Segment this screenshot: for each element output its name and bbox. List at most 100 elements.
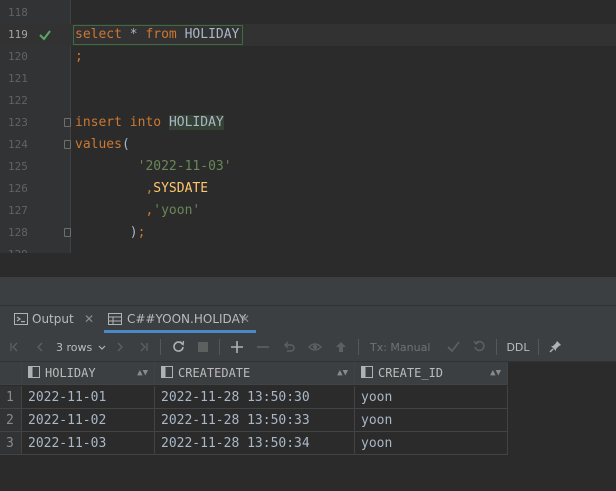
code-line[interactable]: 127 ,'yoon': [0, 200, 616, 222]
code-line[interactable]: 123 insert into HOLIDAY: [0, 112, 616, 134]
cell-create-id[interactable]: yoon: [355, 432, 508, 455]
code-token: SYSDATE: [153, 181, 209, 196]
column-icon: [161, 366, 173, 378]
chevron-down-icon: [98, 345, 106, 350]
ddl-label: DDL: [506, 341, 530, 354]
sort-icon[interactable]: ▲▼: [337, 362, 348, 385]
fold-marker-icon[interactable]: [64, 140, 71, 149]
sql-editor[interactable]: 118 119 select * from HOLIDAY 120; 121 122 123…: [0, 0, 616, 253]
fold-marker-icon[interactable]: [64, 118, 71, 127]
next-page-button[interactable]: [112, 333, 128, 361]
stop-icon: [198, 342, 208, 352]
console-icon: [14, 313, 28, 325]
transaction-mode-dropdown[interactable]: Tx: Manual: [370, 333, 436, 379]
toolbar-divider: [358, 339, 359, 355]
reload-button[interactable]: [169, 333, 187, 361]
tab-output-label: Output: [32, 312, 74, 326]
tab-result-label: C##YOON.HOLIDAY: [127, 312, 247, 326]
code-line[interactable]: 129: [0, 244, 616, 253]
cell-createdate[interactable]: 2022-11-28 13:50:34: [155, 432, 355, 455]
rollback-icon: [472, 340, 485, 352]
code-text: values(: [75, 134, 130, 156]
row-number-header: [0, 362, 22, 385]
checkmark-icon: [39, 30, 51, 41]
tab-result-holiday[interactable]: C##YOON.HOLIDAY ✕: [104, 306, 256, 333]
line-number: 121: [8, 72, 28, 85]
ddl-button[interactable]: DDL: [504, 333, 532, 361]
code-line[interactable]: 124 values(: [0, 134, 616, 156]
code-text: insert into HOLIDAY: [75, 112, 224, 134]
column-header-create-id[interactable]: CREATE_ID ▲▼: [355, 362, 508, 385]
code-line[interactable]: 126 ,SYSDATE: [0, 178, 616, 200]
tab-output[interactable]: Output ✕: [10, 306, 98, 333]
pin-tab-button[interactable]: [546, 333, 564, 361]
commit-button[interactable]: [444, 333, 462, 361]
page-size-dropdown[interactable]: 3 rows: [56, 333, 108, 361]
row-number: 2: [0, 409, 22, 432]
cell-create-id[interactable]: yoon: [355, 386, 508, 409]
services-tab-bar: Output ✕ C##YOON.HOLIDAY ✕: [0, 305, 616, 333]
rollback-button[interactable]: [470, 333, 488, 361]
rows-count-label: 3 rows: [56, 341, 93, 354]
code-line[interactable]: 119 select * from HOLIDAY: [0, 24, 616, 46]
code-token: HOLIDAY: [184, 27, 240, 42]
previous-page-button[interactable]: [32, 333, 48, 361]
code-token: '2022-11-03': [137, 159, 232, 174]
cancel-query-button[interactable]: [195, 333, 211, 361]
code-token: ): [129, 225, 138, 240]
minus-icon: [257, 346, 269, 348]
line-number: 119: [8, 28, 28, 41]
code-token: from: [145, 27, 177, 42]
column-header-holiday[interactable]: HOLIDAY ▲▼: [22, 362, 155, 385]
line-number: 129: [8, 244, 32, 253]
line-number: 123: [8, 116, 28, 129]
code-line[interactable]: 118: [0, 2, 616, 24]
result-toolbar: 3 rows Tx: Manual DDL: [0, 333, 616, 379]
toolbar-divider: [538, 339, 539, 355]
cell-holiday[interactable]: 2022-11-03: [22, 432, 155, 455]
line-number: 126: [8, 182, 28, 195]
line-number: 127: [8, 204, 28, 217]
column-header-createdate[interactable]: CREATEDATE ▲▼: [155, 362, 355, 385]
line-number: 128: [8, 226, 28, 239]
panel-splitter[interactable]: [0, 277, 616, 305]
code-line[interactable]: 121: [0, 68, 616, 90]
arrow-up-icon: [336, 342, 346, 352]
close-icon[interactable]: ✕: [240, 306, 250, 333]
cell-create-id[interactable]: yoon: [355, 409, 508, 432]
code-line[interactable]: 128 );: [0, 222, 616, 244]
fold-marker-icon[interactable]: [64, 228, 71, 237]
chevron-left-icon: [37, 342, 43, 352]
delete-row-button[interactable]: [254, 333, 272, 361]
last-page-button[interactable]: [136, 333, 152, 361]
close-icon[interactable]: ✕: [84, 306, 94, 333]
pin-icon: [549, 341, 561, 353]
add-row-button[interactable]: [228, 333, 246, 361]
sort-icon[interactable]: ▲▼: [137, 362, 148, 385]
cell-holiday[interactable]: 2022-11-01: [22, 386, 155, 409]
cell-createdate[interactable]: 2022-11-28 13:50:30: [155, 386, 355, 409]
code-line[interactable]: 122: [0, 90, 616, 112]
eye-icon: [308, 343, 322, 351]
first-page-button[interactable]: [6, 333, 22, 361]
column-icon: [361, 366, 373, 378]
code-token: into: [129, 115, 162, 130]
line-number: 118: [8, 6, 28, 19]
submit-button[interactable]: [332, 333, 350, 361]
view-changes-button[interactable]: [306, 333, 324, 361]
revert-button[interactable]: [280, 333, 298, 361]
cell-holiday[interactable]: 2022-11-02: [22, 409, 155, 432]
code-line[interactable]: 120;: [0, 46, 616, 68]
code-text: ,SYSDATE: [75, 178, 208, 200]
column-header-label: CREATEDATE: [178, 366, 251, 380]
result-grid[interactable]: HOLIDAY ▲▼ CREATEDATE ▲▼ CREATE_ID ▲▼ 1 …: [0, 362, 616, 491]
cell-createdate[interactable]: 2022-11-28 13:50:33: [155, 409, 355, 432]
sort-icon[interactable]: ▲▼: [490, 362, 501, 385]
code-line[interactable]: 125 '2022-11-03': [0, 156, 616, 178]
table-icon: [108, 313, 122, 325]
code-token: ;: [137, 225, 146, 240]
